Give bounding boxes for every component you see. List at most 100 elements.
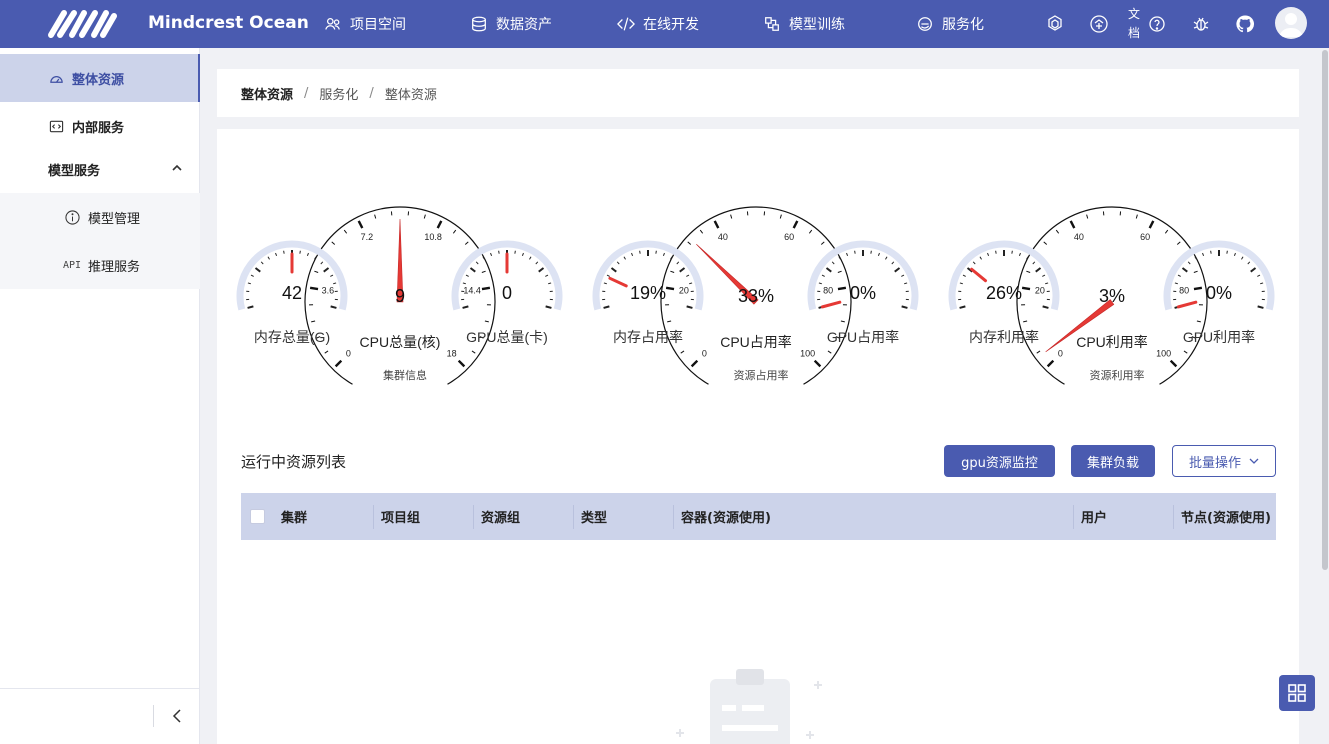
gauge-group: 0 20 40 60 80 100 33% CPU占用率 19% 内存占用率 0% GPU占用率资源占… <box>592 206 919 385</box>
gauge-tick <box>514 250 516 254</box>
gauge-tick <box>1169 359 1178 368</box>
sidebar-group-model-services[interactable]: 模型服务 <box>0 145 200 193</box>
code-box-icon <box>48 118 64 134</box>
nav-model-training[interactable]: 模型训练 <box>763 12 845 36</box>
gauge-tick <box>655 250 657 254</box>
nav-service[interactable]: 服务化 <box>916 12 984 36</box>
gauge-label: GPU利用率 <box>1183 329 1255 345</box>
apps-grid-button[interactable] <box>1279 675 1315 711</box>
gauge-tick <box>870 250 872 254</box>
column-header-container[interactable]: 容器(资源使用) <box>673 493 771 540</box>
gauge-label: CPU总量(核) <box>360 334 441 350</box>
column-header-cluster[interactable]: 集群 <box>273 493 307 540</box>
column-header-resource-group[interactable]: 资源组 <box>473 493 520 540</box>
gauge-tick <box>324 350 329 354</box>
resource-list-title: 运行中资源列表 <box>241 453 347 471</box>
gauge-tick <box>1233 252 1236 257</box>
gpu-monitor-button[interactable]: gpu资源监控 <box>944 445 1055 477</box>
gauge-tick <box>979 256 982 260</box>
gauge-tick <box>529 256 532 260</box>
column-header-type[interactable]: 类型 <box>573 493 607 540</box>
gauge-tick-label: 40 <box>718 232 728 242</box>
help-icon[interactable] <box>1145 12 1169 36</box>
users-icon <box>325 17 340 30</box>
sidebar-item-label: 内部服务 <box>72 120 125 136</box>
gauge-tick <box>901 305 908 309</box>
sidebar-item-model-management[interactable]: 模型管理 <box>0 193 200 241</box>
user-avatar[interactable] <box>1275 7 1307 39</box>
gauge-tick <box>827 350 832 354</box>
breadcrumb-item[interactable]: 整体资源 <box>241 84 293 103</box>
sidebar-item-internal-services[interactable]: 内部服务 <box>0 102 200 150</box>
gauge-tick <box>894 267 901 273</box>
sidebar-item-inference-services[interactable]: API 推理服务 <box>0 241 200 289</box>
collapse-sidebar-icon[interactable] <box>168 706 186 726</box>
gauge-label: GPU占用率 <box>827 329 899 345</box>
gauge-group-caption: 集群信息 <box>383 368 427 382</box>
grid-icon <box>1288 684 1306 702</box>
brand-name[interactable]: Mindcrest Ocean <box>148 13 309 33</box>
sidebar: 整体资源 内部服务 模型服务 模型管理 API 推理服务 <box>0 48 200 744</box>
github-icon[interactable] <box>1233 12 1257 36</box>
openai-icon[interactable] <box>1043 12 1067 36</box>
column-header-project-group[interactable]: 项目组 <box>373 493 420 540</box>
model-train-icon <box>765 17 779 31</box>
gauge-tick <box>1046 359 1055 368</box>
gauge-tick <box>959 282 963 285</box>
gauge-tick <box>1210 250 1212 254</box>
gauge-tick <box>631 252 634 257</box>
page-scrollbar[interactable] <box>1320 48 1329 744</box>
select-all-checkbox[interactable] <box>250 509 265 524</box>
nav-label: 数据资产 <box>496 17 552 33</box>
divider <box>153 705 154 727</box>
service-icon <box>918 17 932 31</box>
column-header-node[interactable]: 节点(资源使用) <box>1173 493 1271 540</box>
gauge-tick <box>267 256 270 260</box>
gauge-tick <box>1202 252 1205 257</box>
gauge-tick-label: 0 <box>346 349 351 359</box>
breadcrumb-separator: / <box>369 85 374 101</box>
bug-icon[interactable] <box>1189 12 1213 36</box>
gauge-tick-label: 0 <box>1058 349 1063 359</box>
gauge-tick-label: 100 <box>1156 349 1171 359</box>
nav-data-assets[interactable]: 数据资产 <box>470 12 552 36</box>
gauge-tick <box>260 261 264 265</box>
gauge-tick-label: 18 <box>447 349 457 359</box>
gauge-tick-label: 100 <box>800 349 815 359</box>
gauge-tick <box>639 250 641 254</box>
gauge-tick <box>610 267 617 273</box>
dashboard-icon <box>48 70 64 86</box>
batch-ops-dropdown[interactable]: 批量操作 <box>1172 445 1276 477</box>
gauge-value: 0 <box>502 283 512 303</box>
gauge: 0 20 40 60 80 100 33% CPU占用率 <box>660 206 852 385</box>
gauge-tick <box>972 261 976 265</box>
gauge-group-caption: 资源利用率 <box>1090 368 1145 382</box>
gauge-needle <box>608 276 628 288</box>
nav-project-space[interactable]: 项目空间 <box>324 12 406 36</box>
scrollbar-thumb[interactable] <box>1322 50 1328 570</box>
top-navbar: Mindcrest Ocean 项目空间 数据资产 在线开发 模型训练 服务化 … <box>0 0 1329 48</box>
gauge-tick <box>959 305 966 309</box>
nav-online-dev[interactable]: 在线开发 <box>617 12 699 36</box>
column-header-user[interactable]: 用户 <box>1073 493 1107 540</box>
gauge-value: 26% <box>986 283 1022 303</box>
gauge-label: CPU利用率 <box>1076 334 1148 350</box>
gauge-tick <box>1260 282 1264 285</box>
breadcrumb-item[interactable]: 服务化 <box>319 84 358 103</box>
code-icon <box>617 17 635 31</box>
cluster-load-button[interactable]: 集群负载 <box>1071 445 1155 477</box>
sidebar-item-overall-resources[interactable]: 整体资源 <box>0 54 200 102</box>
gauge-tick-label: 80 <box>823 286 833 296</box>
gauge-group: 0 20 40 60 80 100 3% CPU利用率 26% 内存利用率 0% GPU利用率资源利用… <box>948 206 1275 385</box>
gauge-tick <box>538 267 545 273</box>
gauge-tick-label: 7.2 <box>361 232 374 242</box>
gauge-tick <box>603 305 610 309</box>
gauge-value: 3% <box>1099 286 1125 306</box>
gauge-tick <box>603 282 607 285</box>
gauge-tick <box>481 286 491 291</box>
gauge-face <box>661 206 851 350</box>
app-logo[interactable] <box>46 8 118 40</box>
enterprise-icon[interactable] <box>1087 12 1111 36</box>
docs-link[interactable]: 文档 <box>1128 5 1142 43</box>
gauge-value: 33% <box>738 286 774 306</box>
